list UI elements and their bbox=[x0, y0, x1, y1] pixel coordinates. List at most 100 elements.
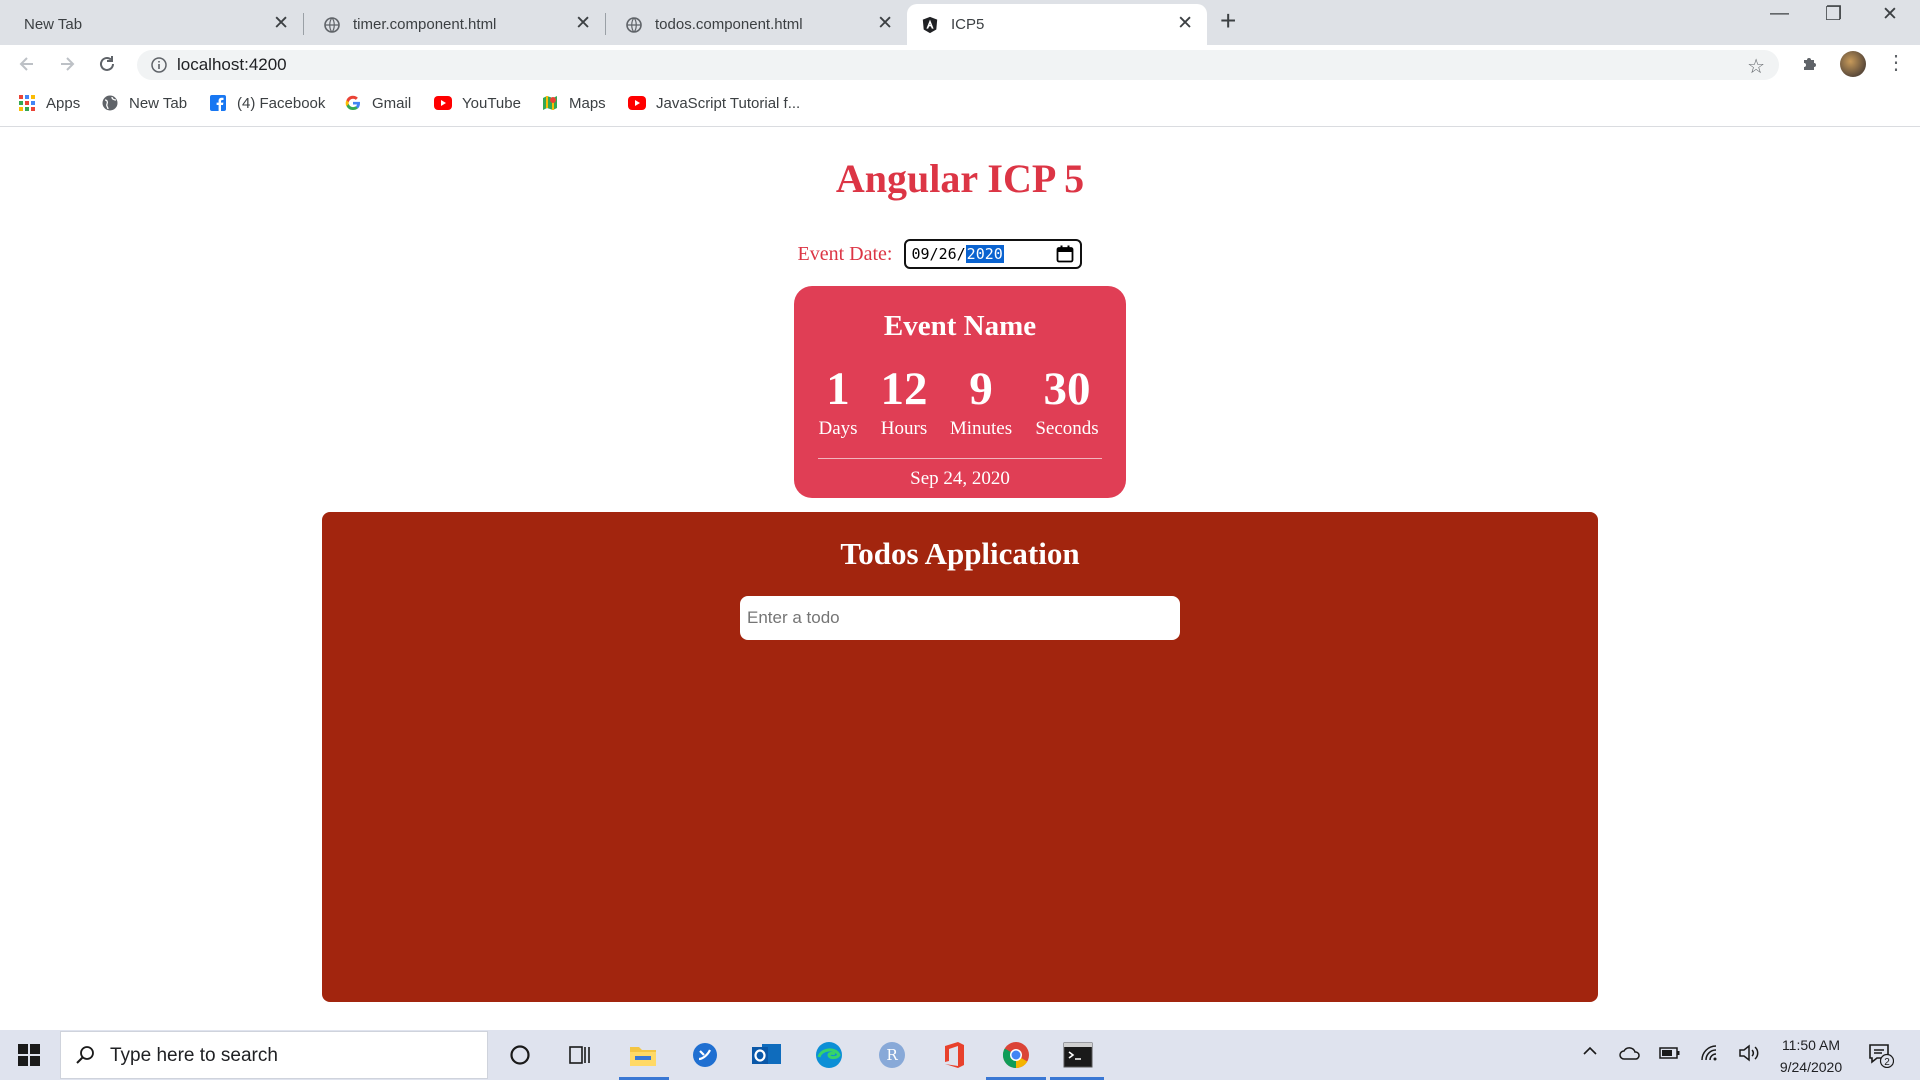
extensions-icon[interactable] bbox=[1800, 53, 1820, 78]
globe-icon bbox=[323, 16, 341, 34]
taskbar-clock[interactable]: 11:50 AM 9/24/2020 bbox=[1766, 1034, 1856, 1078]
file-explorer-icon[interactable] bbox=[628, 1040, 658, 1070]
bookmark-gmail[interactable]: Gmail bbox=[344, 94, 411, 112]
bookmark-facebook[interactable]: (4) Facebook bbox=[209, 94, 325, 112]
bookmark-maps[interactable]: Maps bbox=[541, 94, 606, 112]
clock-date: 9/24/2020 bbox=[1779, 1059, 1843, 1075]
todo-input[interactable] bbox=[740, 596, 1180, 640]
days-label: Days bbox=[818, 418, 858, 439]
minutes-value: 9 bbox=[969, 363, 993, 415]
tab-label: todos.component.html bbox=[655, 16, 803, 33]
date-day[interactable]: 26 bbox=[939, 245, 957, 263]
minimize-icon[interactable]: — bbox=[1770, 3, 1789, 25]
office-icon[interactable] bbox=[939, 1040, 969, 1070]
angular-icon bbox=[921, 16, 939, 34]
profile-avatar[interactable] bbox=[1840, 51, 1866, 77]
close-icon[interactable]: ✕ bbox=[273, 14, 289, 34]
bookmark-label: JavaScript Tutorial f... bbox=[656, 94, 801, 112]
youtube-icon bbox=[434, 94, 452, 112]
hours-label: Hours bbox=[880, 418, 928, 439]
seconds-value: 30 bbox=[1043, 363, 1091, 415]
bookmarks-bar: Apps New Tab (4) Facebook Gmail YouTube … bbox=[0, 83, 1920, 127]
address-bar[interactable]: localhost:4200 ☆ bbox=[137, 50, 1779, 80]
window-close-icon[interactable]: ✕ bbox=[1882, 3, 1898, 26]
page-content: Angular ICP 5 Event Date: 09/26/2020 Eve… bbox=[0, 127, 1920, 1030]
wifi-icon[interactable] bbox=[1700, 1044, 1720, 1067]
bookmark-label: YouTube bbox=[462, 94, 521, 112]
reload-icon[interactable] bbox=[94, 51, 120, 77]
new-tab-icon[interactable]: + bbox=[1220, 6, 1236, 36]
seconds-label: Seconds bbox=[1035, 418, 1099, 439]
bookmark-label: Apps bbox=[46, 94, 81, 112]
info-icon[interactable] bbox=[151, 57, 167, 78]
tab-new-tab[interactable]: New Tab ✕ bbox=[0, 4, 304, 45]
bookmark-label: Maps bbox=[569, 94, 606, 112]
volume-icon[interactable] bbox=[1738, 1044, 1760, 1067]
minutes-label: Minutes bbox=[949, 418, 1013, 439]
close-icon[interactable]: ✕ bbox=[575, 14, 591, 34]
forward-icon[interactable] bbox=[54, 51, 80, 77]
bookmark-youtube[interactable]: YouTube bbox=[434, 94, 521, 112]
bookmark-new-tab[interactable]: New Tab bbox=[101, 94, 187, 112]
task-view-icon[interactable] bbox=[565, 1040, 595, 1070]
countdown-timer-card: Event Name 1 Days 12 Hours 9 Minutes 30 … bbox=[794, 286, 1126, 498]
days-value: 1 bbox=[826, 363, 850, 415]
date-year[interactable]: 2020 bbox=[965, 245, 1004, 263]
search-icon bbox=[75, 1045, 95, 1070]
r-app-icon[interactable]: R bbox=[877, 1040, 907, 1070]
calendar-icon[interactable] bbox=[1056, 245, 1074, 267]
back-icon[interactable] bbox=[14, 51, 40, 77]
taskbar-search-box[interactable]: Type here to search bbox=[60, 1031, 488, 1079]
event-date-label: Event Date: bbox=[797, 242, 893, 265]
tab-timer-component[interactable]: timer.component.html ✕ bbox=[303, 4, 606, 45]
tab-todos-component[interactable]: todos.component.html ✕ bbox=[605, 4, 907, 45]
bookmark-label: (4) Facebook bbox=[237, 94, 326, 112]
terminal-icon[interactable] bbox=[1063, 1040, 1093, 1070]
event-name: Event Name bbox=[883, 310, 1037, 342]
url-text: localhost:4200 bbox=[177, 55, 287, 74]
onedrive-cloud-icon[interactable] bbox=[1619, 1045, 1641, 1066]
bookmark-label: New Tab bbox=[129, 94, 188, 112]
event-date-input[interactable]: 09/26/2020 bbox=[904, 239, 1083, 269]
outlook-icon[interactable] bbox=[752, 1040, 782, 1070]
windows-taskbar: Type here to search R 11:50 AM 9/24/2020… bbox=[0, 1030, 1920, 1080]
menu-kebab-icon[interactable]: ⋮ bbox=[1886, 53, 1906, 73]
maps-icon bbox=[541, 94, 559, 112]
browser-tab-strip: New Tab ✕ timer.component.html ✕ todos.c… bbox=[0, 0, 1920, 45]
edge-icon[interactable] bbox=[814, 1040, 844, 1070]
youtube-icon bbox=[628, 94, 646, 112]
facebook-icon bbox=[209, 94, 227, 112]
apps-grid-icon bbox=[18, 94, 36, 112]
search-placeholder: Type here to search bbox=[110, 1045, 278, 1066]
date-month[interactable]: 09 bbox=[911, 245, 929, 263]
clock-time: 11:50 AM bbox=[1781, 1037, 1841, 1053]
close-icon[interactable]: ✕ bbox=[1177, 14, 1193, 34]
timer-days: 1 Days bbox=[818, 364, 857, 440]
tab-label: New Tab bbox=[24, 16, 83, 33]
tray-chevron-up-icon[interactable] bbox=[1581, 1042, 1599, 1065]
browser-toolbar: localhost:4200 ☆ ⋮ bbox=[0, 45, 1920, 83]
timer-divider bbox=[818, 458, 1102, 459]
tab-label: ICP5 bbox=[951, 16, 985, 33]
battery-icon[interactable] bbox=[1659, 1046, 1681, 1065]
timer-hours: 12 Hours bbox=[881, 364, 928, 440]
restore-icon[interactable]: ❐ bbox=[1825, 3, 1842, 26]
svg-text:R: R bbox=[886, 1046, 898, 1064]
bookmark-label: Gmail bbox=[372, 94, 412, 112]
google-icon bbox=[344, 94, 362, 112]
notification-count: 2 bbox=[1884, 1057, 1890, 1068]
close-icon[interactable]: ✕ bbox=[877, 14, 893, 34]
edge-legacy-icon[interactable] bbox=[690, 1040, 720, 1070]
globe-icon bbox=[625, 16, 643, 34]
bookmark-apps[interactable]: Apps bbox=[18, 94, 80, 112]
todos-panel: Todos Application bbox=[322, 512, 1598, 1002]
notifications-icon[interactable]: 2 bbox=[1868, 1042, 1895, 1073]
bookmark-javascript-tutorial[interactable]: JavaScript Tutorial f... bbox=[628, 94, 800, 112]
tab-icp5[interactable]: ICP5 ✕ bbox=[907, 4, 1207, 45]
hours-value: 12 bbox=[880, 363, 928, 415]
windows-start-icon[interactable] bbox=[18, 1044, 40, 1071]
chrome-icon[interactable] bbox=[1001, 1040, 1031, 1070]
page-title: Angular ICP 5 bbox=[835, 156, 1085, 201]
bookmark-star-icon[interactable]: ☆ bbox=[1747, 54, 1765, 79]
cortana-icon[interactable] bbox=[505, 1040, 535, 1070]
